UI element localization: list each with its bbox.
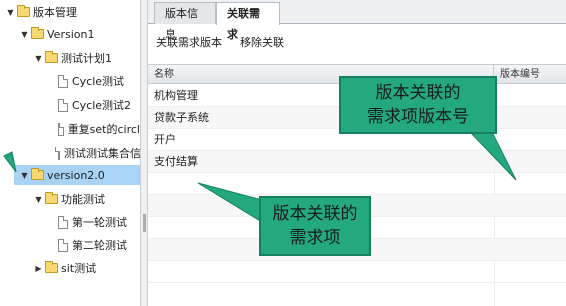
annotation-callout-version-number: 版本关联的 需求项版本号 — [339, 76, 497, 134]
callout-text: 需求项版本号 — [367, 107, 469, 127]
file-icon — [58, 238, 68, 252]
expand-toggle-icon[interactable]: ▶ — [34, 264, 43, 273]
tab-bar: 版本信息 关联需求 — [148, 0, 566, 41]
cell-version — [494, 129, 566, 151]
cell-version — [494, 107, 566, 129]
panel-splitter[interactable] — [140, 0, 148, 306]
tree-node-repeat-set[interactable]: 重复set的circl — [58, 119, 140, 139]
tree-node-label: 版本管理 — [33, 6, 77, 19]
tree-node-round-1[interactable]: 第一轮测试 — [58, 212, 140, 232]
callout-text: 需求项 — [289, 228, 341, 248]
folder-icon — [45, 261, 58, 273]
annotation-callout-requirement: 版本关联的 需求项 — [259, 196, 371, 256]
tree-node-label: sit测试 — [61, 262, 97, 275]
table-row — [148, 173, 566, 195]
tree-node-label: 测试测试集合信 — [64, 147, 140, 160]
cell-name: 支付结算 — [154, 155, 198, 168]
remove-link-button[interactable]: 移除关联 — [240, 34, 284, 50]
expand-toggle-icon[interactable]: ▼ — [34, 54, 43, 63]
file-icon — [58, 98, 68, 112]
folder-icon — [17, 5, 30, 17]
main-panel: 版本信息 关联需求 关联需求版本 移除关联 名称 版本编号 机构管理 贷款子系统… — [148, 0, 566, 306]
file-icon — [58, 74, 68, 88]
expand-toggle-icon[interactable]: ▼ — [6, 8, 15, 17]
version-tree: ▼ 版本管理 ▼ Version1 ▼ 测试计划1 Cycle测试 Cycle测… — [0, 0, 140, 306]
expand-toggle-icon[interactable]: ▼ — [34, 195, 43, 204]
tree-node-label: 功能测试 — [61, 193, 105, 206]
tree-node-label: 重复set的circl — [67, 123, 140, 136]
tree-node-version1[interactable]: ▼ Version1 — [20, 24, 140, 44]
tree-node-label: Version1 — [47, 27, 95, 41]
tree-node-label: version2.0 — [47, 168, 105, 182]
tree-node-version-management[interactable]: ▼ 版本管理 — [6, 2, 140, 22]
toolbar: 关联需求版本 移除关联 — [148, 34, 566, 54]
callout-text: 版本关联的 — [272, 204, 358, 224]
tree-node-label: 测试计划1 — [61, 52, 112, 65]
tree-node-label: Cycle测试 — [72, 75, 125, 88]
folder-icon — [31, 27, 44, 39]
table-row[interactable]: 支付结算 — [148, 151, 566, 173]
splitter-grip[interactable] — [143, 214, 146, 232]
column-header-version[interactable]: 版本编号 — [494, 65, 566, 84]
folder-icon — [45, 51, 58, 63]
tree-node-cycle-test[interactable]: Cycle测试 — [58, 71, 140, 91]
tree-node-cycle-test-2[interactable]: Cycle测试2 — [58, 95, 140, 115]
tree-node-version2[interactable]: ▼ version2.0 — [14, 165, 140, 185]
callout-text: 版本关联的 — [375, 83, 461, 103]
file-icon — [58, 122, 64, 136]
tree-node-label: 第一轮测试 — [72, 216, 127, 229]
file-icon — [55, 146, 60, 160]
tree-node-test-collection[interactable]: 测试测试集合信 — [55, 143, 140, 163]
tree-node-test-plan-1[interactable]: ▼ 测试计划1 — [34, 48, 140, 68]
file-icon — [58, 215, 68, 229]
link-requirement-version-button[interactable]: 关联需求版本 — [156, 34, 222, 50]
folder-icon — [31, 168, 44, 180]
cell-version — [494, 151, 566, 173]
tree-node-sit-test[interactable]: ▶ sit测试 — [34, 258, 140, 278]
tab-version-info[interactable]: 版本信息 — [154, 2, 216, 41]
cell-version — [494, 85, 566, 107]
tree-node-label: Cycle测试2 — [72, 99, 132, 112]
tree-node-label: 第二轮测试 — [72, 239, 127, 252]
folder-icon — [45, 192, 58, 204]
tab-linked-requirements[interactable]: 关联需求 — [216, 2, 280, 41]
expand-toggle-icon[interactable]: ▼ — [20, 30, 29, 39]
table-row — [148, 261, 566, 283]
tree-node-functional-test[interactable]: ▼ 功能测试 — [34, 189, 140, 209]
tree-node-round-2[interactable]: 第二轮测试 — [58, 235, 140, 255]
expand-toggle-icon[interactable]: ▼ — [20, 171, 29, 180]
